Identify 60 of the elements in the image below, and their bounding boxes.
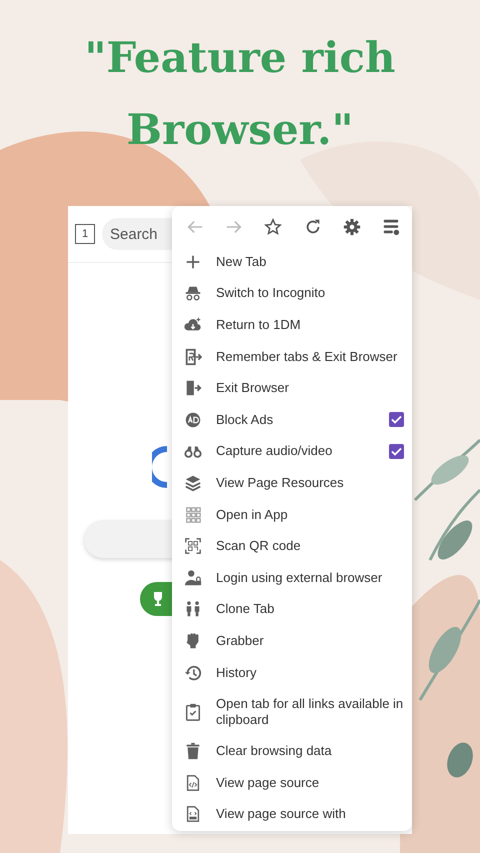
people-icon [184, 600, 202, 618]
ad-block-icon [184, 410, 202, 429]
menu-item[interactable]: Grabber [172, 625, 412, 657]
checkbox[interactable] [389, 444, 404, 459]
menu-item[interactable]: Login using external browser [172, 562, 412, 594]
history-icon [184, 664, 202, 682]
menu-item-label: View page source with [216, 806, 347, 822]
user-lock-icon [184, 568, 202, 587]
code-file-icon [184, 805, 202, 824]
logo-icon [152, 446, 168, 488]
menu-item[interactable]: Open in App [172, 498, 412, 530]
menu-item-label: Grabber [216, 632, 265, 649]
menu-item-label: Block Ads [216, 412, 274, 428]
star-icon[interactable] [264, 218, 282, 236]
trash-icon [184, 742, 202, 760]
menu-item[interactable]: Exit Browser [172, 372, 412, 404]
menu-item-label: View Page Resources [216, 474, 345, 491]
clipboard-check-icon [184, 702, 202, 721]
menu-item[interactable]: Clone Tab [172, 594, 412, 626]
menu-item-label: Exit Browser [216, 380, 290, 396]
menu-item-label: View page source [216, 774, 320, 791]
menu-item[interactable]: Capture audio/video [172, 436, 412, 468]
menu-item-label: Capture audio/video [216, 443, 334, 460]
menu-item-label: Clear browsing data [216, 743, 333, 760]
checkbox[interactable] [389, 412, 404, 428]
menu-item-label: Switch to Incognito [216, 285, 326, 302]
layers-icon [184, 474, 202, 492]
menu-item[interactable]: Clear browsing data [172, 735, 412, 767]
exit-icon [184, 348, 202, 366]
menu-item[interactable]: Scan QR code [172, 530, 412, 562]
menu-item-label: Open tab for all links available in clipboard [216, 696, 404, 728]
qr-scan-icon [184, 537, 202, 556]
plus-icon [184, 252, 202, 271]
menu-item-label: Return to 1DM [216, 316, 302, 333]
menu-item-label: Remember tabs & Exit Browser [216, 348, 398, 365]
menu-item[interactable]: Return to 1DM [172, 309, 412, 341]
menu-item-label: Scan QR code [216, 538, 302, 554]
menu-item[interactable]: Open tab for all links available in clipboard [172, 688, 412, 736]
options-icon[interactable] [382, 218, 400, 236]
menu-item-label: New Tab [216, 254, 268, 270]
headline: "Feature rich Browser." [84, 32, 396, 156]
reload-icon[interactable] [304, 218, 322, 236]
menu-item[interactable]: Block Ads [172, 404, 412, 436]
menu-item-label: Open in App [216, 506, 289, 523]
menu-item[interactable]: History [172, 656, 412, 688]
menu-item[interactable]: New Tab [172, 246, 412, 278]
exit-icon [184, 379, 202, 398]
menu-item[interactable]: Switch to Incognito [172, 278, 412, 310]
grid-icon [184, 506, 202, 524]
menu-item-label: Login using external browser [216, 570, 384, 586]
menu-item[interactable]: View page source [172, 766, 412, 798]
tab-count-button[interactable]: 1 [75, 224, 95, 244]
incognito-icon [184, 284, 202, 302]
code-file-icon [184, 774, 202, 792]
settings-icon[interactable] [342, 218, 361, 236]
menu-item-label: Clone Tab [216, 601, 276, 618]
menu-item[interactable]: View Page Resources [172, 467, 412, 499]
menu-item-label: History [216, 664, 258, 681]
menu-item[interactable]: View page source with [172, 798, 412, 830]
menu-item[interactable]: Remember tabs & Exit Browser [172, 340, 412, 372]
